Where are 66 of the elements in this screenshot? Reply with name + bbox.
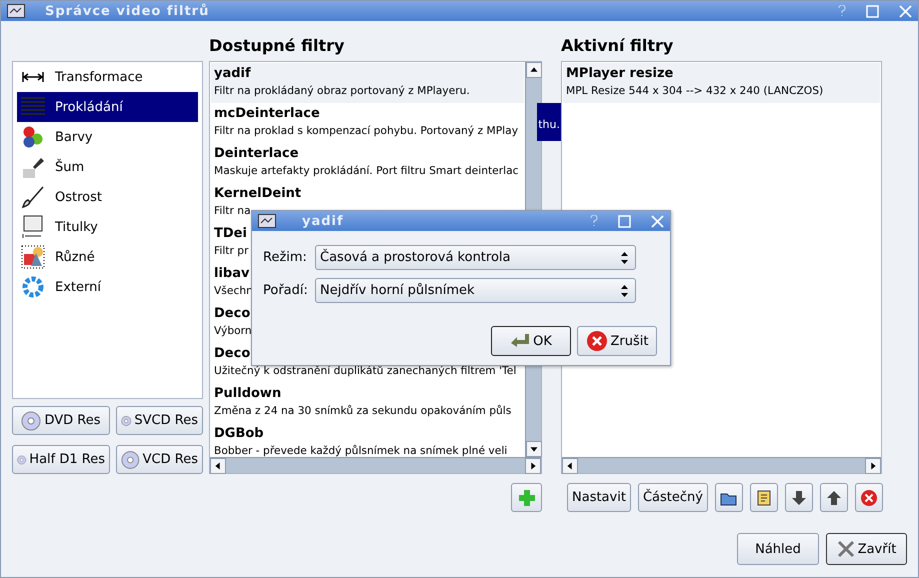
notepad-icon [754, 488, 773, 506]
add-button[interactable] [511, 483, 542, 512]
scroll-right-button[interactable] [525, 458, 541, 474]
plus-icon [518, 488, 536, 506]
scroll-left-button[interactable] [210, 458, 226, 474]
dropdown[interactable]: Časová a prostorová kontrola [315, 245, 636, 270]
window-title: Správce video filtrů [45, 4, 210, 18]
scroll-right-button[interactable] [865, 458, 881, 474]
preset-button[interactable]: SVCD Res [116, 406, 203, 435]
category-item[interactable]: Barvy [17, 122, 198, 152]
dropdown[interactable]: Nejdřív horní půlsnímek [315, 278, 636, 303]
close-icon[interactable] [899, 4, 912, 18]
category-item[interactable]: Externí [17, 272, 198, 302]
cancel-button[interactable]: Zrušit [577, 326, 657, 356]
open-folder-button[interactable] [714, 483, 743, 512]
close-x-icon [836, 540, 855, 558]
help-icon[interactable] [838, 5, 846, 17]
field-label: Režim: [263, 250, 308, 265]
window-icon [7, 4, 25, 18]
maximize-icon[interactable] [618, 214, 631, 228]
disc-icon [21, 410, 42, 430]
scroll-down-button[interactable] [526, 441, 542, 457]
spray-can-icon [21, 155, 45, 179]
gear-icon [21, 275, 45, 299]
close-icon[interactable] [651, 214, 664, 228]
shapes-icon [21, 245, 45, 269]
tooltip: thu. [537, 103, 562, 141]
ok-button[interactable]: OK [491, 326, 571, 356]
remove-button[interactable] [854, 483, 883, 512]
category-item[interactable]: Prokládání [17, 92, 198, 122]
preview-button[interactable]: Náhled [737, 533, 819, 565]
scroll-left-button[interactable] [562, 458, 578, 474]
category-item[interactable]: Šum [17, 152, 198, 182]
window-icon [258, 214, 276, 228]
filter-action-button[interactable]: Částečný [638, 483, 708, 512]
category-item[interactable]: Titulky [17, 212, 198, 242]
filter-item[interactable]: yadif Filtr na prokládaný obraz portovaný z MPlayeru. [211, 63, 524, 103]
field-label: Pořadí: [263, 283, 309, 298]
down-arrow-icon [790, 488, 808, 506]
category-item[interactable]: Transformace [17, 62, 198, 92]
up-arrow-icon [824, 488, 843, 506]
maximize-icon[interactable] [866, 4, 879, 18]
section-heading: Dostupné filtry [209, 34, 346, 56]
scroll-up-button[interactable] [526, 62, 542, 78]
filter-item[interactable]: MPlayer resize MPL Resize 544 x 304 --> 432 x 240 (LANCZOS) [563, 63, 880, 103]
color-balls-icon [21, 125, 45, 149]
spinner-arrows-icon [620, 284, 629, 298]
brush-icon [21, 185, 45, 209]
move-down-button[interactable] [784, 483, 813, 512]
category-item[interactable]: Ostrost [17, 182, 198, 212]
preset-button[interactable]: VCD Res [116, 445, 203, 474]
help-icon[interactable] [590, 215, 598, 227]
category-item[interactable]: Různé [17, 242, 198, 272]
section-heading: Aktivní filtry [561, 34, 674, 56]
disc-icon [121, 450, 140, 470]
preset-button[interactable]: Half D1 Res [12, 445, 110, 474]
spinner-arrows-icon [620, 250, 629, 264]
return-arrow-icon [510, 333, 530, 349]
edit-button[interactable] [750, 483, 778, 512]
move-up-button[interactable] [820, 483, 848, 512]
delete-icon [860, 488, 878, 506]
filter-action-button[interactable]: Nastavit [567, 483, 631, 512]
cancel-icon [586, 330, 608, 352]
subtitle-icon [21, 215, 45, 239]
close-button[interactable]: Zavřít [826, 533, 907, 565]
preset-button[interactable]: DVD Res [12, 406, 110, 435]
